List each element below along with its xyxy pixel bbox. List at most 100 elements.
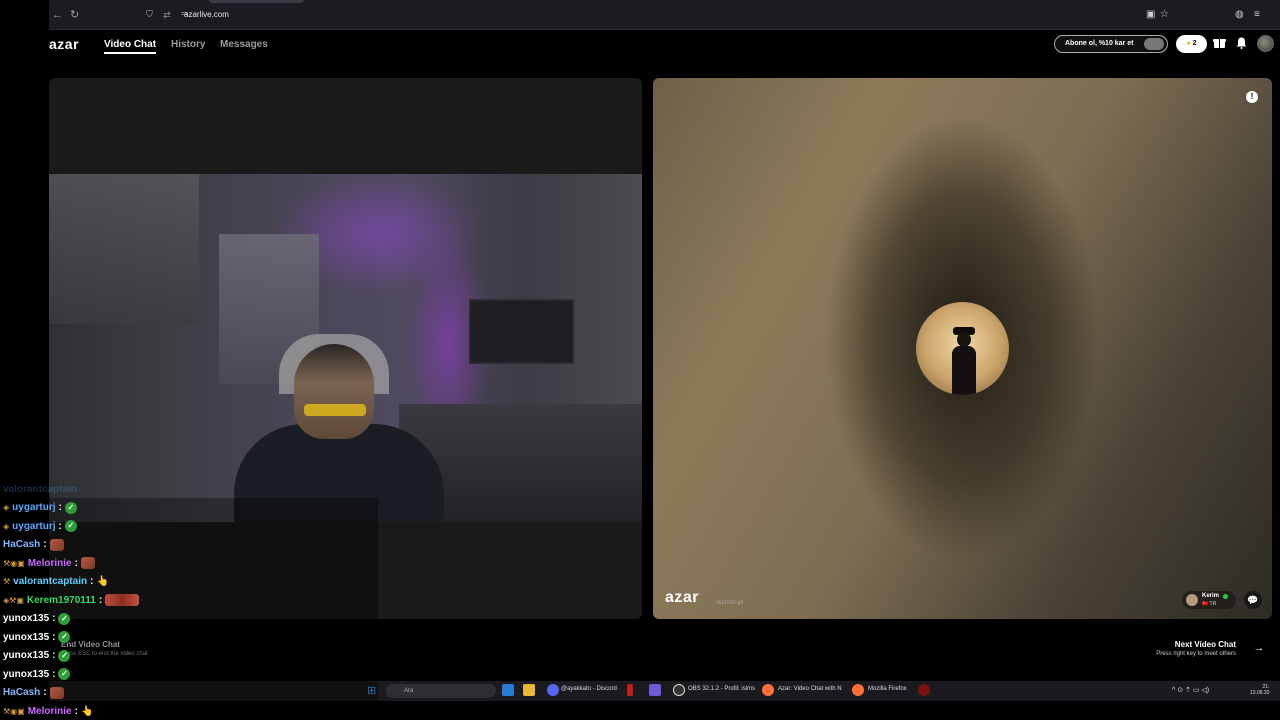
- firefox-icon[interactable]: [762, 684, 774, 696]
- chat-badges-icon: ⚒: [3, 577, 11, 586]
- chat-separator: :: [98, 594, 103, 606]
- wide-emote-icon: [105, 594, 140, 606]
- record-icon[interactable]: [918, 684, 930, 696]
- chat-separator: :: [58, 520, 62, 532]
- bookmark-star-icon[interactable]: ☆: [1160, 9, 1169, 20]
- partner-chip[interactable]: Kerim 🇹🇷 TR: [1182, 591, 1236, 609]
- azar-watermark: azar: [665, 589, 700, 606]
- check-emote-icon: ✓: [58, 668, 71, 680]
- face-emote-icon: [80, 557, 95, 569]
- obs-icon[interactable]: [673, 684, 685, 696]
- chat-username: yunox135: [3, 650, 50, 661]
- teams-icon[interactable]: [649, 684, 661, 696]
- chat-message: ⚒◉▣ Melorinie:: [3, 554, 95, 572]
- coin-balance-button[interactable]: ● 2: [1176, 35, 1207, 53]
- chat-message: ◈⚒▣ Kerem1970111:: [3, 591, 140, 609]
- taskbar-azar[interactable]: Azar: Video Chat with N: [778, 686, 842, 692]
- person-head: [294, 344, 374, 439]
- taskbar-firefox[interactable]: Mozilla Firefox: [868, 686, 907, 692]
- chat-username: valorantcaptain: [3, 483, 77, 495]
- reload-icon[interactable]: ↻: [70, 9, 79, 21]
- address-bar[interactable]: [88, 6, 1178, 24]
- firefox-icon[interactable]: [852, 684, 864, 696]
- arrow-right-icon[interactable]: →: [1251, 642, 1267, 658]
- browser-tab-indicator: [209, 0, 304, 3]
- chat-username: yunox135: [3, 613, 50, 624]
- back-icon[interactable]: ←: [52, 9, 63, 21]
- chat-message: ⚒◉▣ Melorinie: 👆: [3, 702, 93, 720]
- system-clock[interactable]: 21: 13.08.20: [1250, 684, 1269, 696]
- chat-separator: :: [52, 668, 56, 680]
- chat-icon[interactable]: 💬: [1244, 591, 1262, 609]
- app-icon[interactable]: [627, 684, 633, 696]
- next-chat-button[interactable]: Next Video Chat: [1175, 640, 1236, 649]
- chat-message: ◈ uygarturj: ✓: [3, 517, 77, 535]
- taskbar-obs[interactable]: OBS 32.1.2 - Profil: isims: [688, 686, 755, 692]
- chat-badges-icon: ⚒◉▣: [3, 558, 25, 568]
- chat-username: HaCash: [3, 539, 41, 550]
- partner-avatar: [916, 302, 1009, 395]
- face-emote-icon: [49, 538, 64, 551]
- account-icon[interactable]: ◍: [1235, 9, 1244, 20]
- nav-video-chat[interactable]: Video Chat: [104, 39, 157, 54]
- chat-username: valorantcaptain: [13, 576, 88, 587]
- taskbar-discord[interactable]: @ayakkabı - Discord: [561, 686, 617, 692]
- clock-date: 13.08.20: [1250, 690, 1270, 696]
- chat-message: HaCash:: [3, 684, 64, 702]
- menu-icon[interactable]: ≡: [1254, 9, 1260, 20]
- silhouette-head: [957, 332, 971, 347]
- check-emote-icon: ✓: [58, 612, 71, 625]
- chat-username: uygarturj: [12, 520, 56, 532]
- room-monitor: [469, 299, 574, 364]
- hand-emote-icon: 👆: [80, 705, 94, 717]
- system-tray-icons[interactable]: ^ ⊙ ⇡ ▭ ◁): [1172, 686, 1209, 694]
- chat-separator: :: [43, 687, 47, 698]
- chat-message: ◈ uygarturj: ✓: [3, 499, 77, 517]
- discord-icon[interactable]: [547, 684, 559, 696]
- reader-view-icon[interactable]: ▣: [1146, 9, 1155, 20]
- chat-username: Kerem1970111: [26, 594, 96, 606]
- partner-name: Kerim: [1202, 593, 1220, 599]
- coin-count: 2: [1192, 40, 1197, 47]
- chat-separator: :: [43, 539, 47, 550]
- chat-separator: :: [52, 631, 56, 643]
- check-emote-icon: ✓: [64, 520, 77, 532]
- subscribe-mascot-icon: [1144, 38, 1164, 50]
- chat-message: valorantcaptain: [3, 480, 77, 498]
- online-status-icon: [1223, 594, 1228, 599]
- azar-logo[interactable]: azar: [49, 36, 79, 52]
- chat-separator: :: [58, 502, 62, 513]
- partner-chip-avatar: [1186, 594, 1198, 606]
- edge-icon[interactable]: [502, 684, 514, 696]
- chat-badges-icon: ⚒◉▣: [3, 706, 25, 716]
- partner-country: 🇹🇷 TR: [1202, 601, 1217, 607]
- chat-separator: :: [52, 650, 56, 661]
- coin-icon: ●: [1186, 40, 1191, 47]
- subscribe-label: Abone ol, %10 kar et: [1065, 40, 1134, 47]
- chat-separator: :: [90, 576, 94, 587]
- person-glasses: [304, 404, 366, 416]
- gift-icon[interactable]: [1213, 37, 1226, 52]
- session-id: 16y11AX-g8: [716, 600, 744, 606]
- taskbar-search[interactable]: Ara: [386, 684, 496, 698]
- chat-badges-icon: ◈: [3, 503, 10, 512]
- file-explorer-icon[interactable]: [523, 684, 535, 696]
- hand-emote-icon: 👆: [96, 576, 109, 587]
- chat-separator: :: [74, 557, 78, 569]
- chat-message: HaCash:: [3, 536, 64, 554]
- subscribe-button[interactable]: Abone ol, %10 kar et: [1054, 35, 1168, 53]
- screen: ← ↻ ⛉ ⇄ ▭ azarlive.com ▣ ☆ ◍ ≡ azar Vide…: [0, 0, 1280, 720]
- profile-avatar[interactable]: [1257, 35, 1274, 52]
- self-camera-feed: [49, 174, 642, 522]
- chat-badges-icon: ◈⚒▣: [3, 595, 24, 605]
- nav-messages[interactable]: Messages: [220, 39, 268, 50]
- bell-icon[interactable]: [1236, 37, 1247, 52]
- report-icon[interactable]: !: [1246, 91, 1258, 103]
- url-text[interactable]: azarlive.com: [184, 10, 229, 19]
- search-placeholder: Ara: [404, 688, 414, 694]
- chat-username: Melorinie: [27, 557, 72, 569]
- face-emote-icon: [49, 686, 64, 699]
- partner-video-panel: ! azar 16y11AX-g8 Kerim 🇹🇷 TR 💬: [653, 78, 1272, 619]
- nav-history[interactable]: History: [171, 39, 205, 50]
- chat-separator: :: [74, 705, 78, 717]
